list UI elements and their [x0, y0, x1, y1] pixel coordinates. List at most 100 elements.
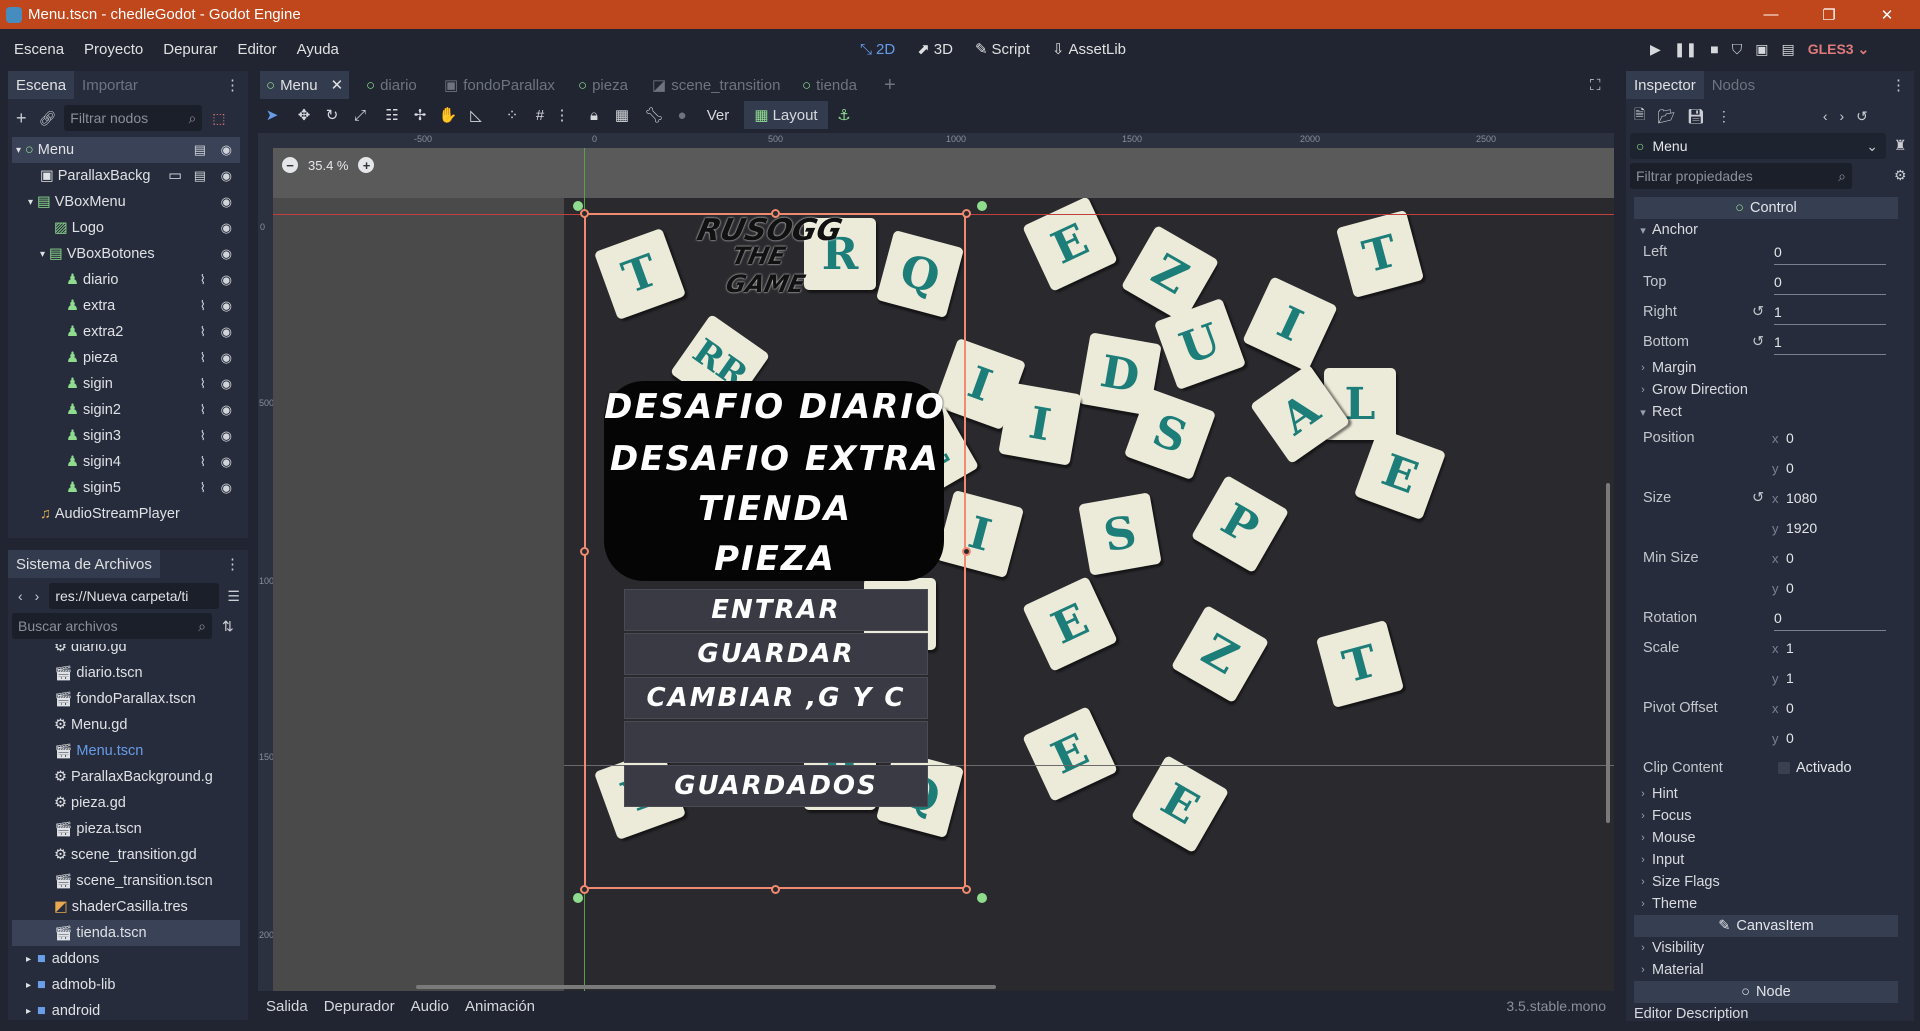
history-forward-icon[interactable]: › [1840, 108, 1845, 124]
close-tab-icon[interactable]: ✕ [331, 76, 344, 94]
minsize-x[interactable]: 0 [1786, 545, 1898, 571]
minimize-icon[interactable]: — [1742, 0, 1800, 29]
clip-checkbox[interactable] [1778, 762, 1790, 774]
file-item[interactable]: 🎬︎ diario.tscn [12, 660, 240, 686]
scale-tool-icon[interactable]: ⤢ [348, 101, 372, 129]
renderer-select[interactable]: GLES3 ⌄ [1808, 41, 1870, 58]
bottom-value[interactable]: 1 [1774, 329, 1886, 355]
position-x[interactable]: 0 [1786, 425, 1898, 451]
tree-node-vboxbotones[interactable]: ▾ ▤ VBoxBotones ◉ [12, 241, 240, 267]
tab-escena[interactable]: Escena [8, 71, 75, 99]
pause-icon[interactable]: ❚❚ [1674, 41, 1697, 58]
resize-handle[interactable] [962, 209, 971, 218]
search-files-input[interactable]: Buscar archivos ⌕ [12, 613, 212, 639]
signal-icon[interactable]: ⌇ [200, 324, 206, 340]
snap-options-icon[interactable]: ⋮ [552, 101, 572, 129]
tree-node-extra[interactable]: ♟ extra ⌇ ◉ [12, 293, 240, 319]
visibility-icon[interactable]: ◉ [221, 298, 232, 314]
filter-nodes-input[interactable]: Filtrar nodos ⌕ [64, 105, 203, 131]
anchor-icon[interactable]: ⚓︎ [832, 101, 856, 129]
zoom-out-icon[interactable]: − [282, 157, 298, 173]
select-tool-icon[interactable]: ➤ [260, 101, 284, 129]
visibility-icon[interactable]: ◉ [221, 402, 232, 418]
pivot-x[interactable]: 0 [1786, 695, 1898, 721]
menu-proyecto[interactable]: Proyecto [84, 41, 143, 58]
visibility-icon[interactable]: ◉ [221, 350, 232, 366]
grid-snap-icon[interactable]: # [528, 101, 552, 129]
play-custom-icon[interactable]: ⛉ [1732, 41, 1743, 58]
kebab-icon[interactable]: ⋮ [225, 76, 240, 94]
menu-escena[interactable]: Escena [14, 41, 64, 58]
restore-icon[interactable]: ❐ [1800, 0, 1858, 29]
scale-x[interactable]: 1 [1786, 635, 1898, 661]
resize-handle[interactable] [580, 885, 589, 894]
script-attach-icon[interactable]: ⬚ [212, 110, 225, 127]
tab-audio[interactable]: Audio [411, 998, 449, 1015]
link-icon[interactable]: 🔗︎ [39, 110, 57, 127]
tab-fondoparallax[interactable]: ▣ fondoParallax [444, 71, 555, 99]
folder-item[interactable]: ▸ ■ android [12, 998, 240, 1020]
open-folder-icon[interactable]: 📂︎ [1657, 108, 1675, 125]
add-tab-icon[interactable]: + [884, 71, 896, 99]
section-mouse[interactable]: › Mouse [1634, 827, 1898, 849]
resize-handle[interactable] [962, 885, 971, 894]
tree-node-pieza[interactable]: ♟ pieza ⌇ ◉ [12, 345, 240, 371]
top-value[interactable]: 0 [1774, 269, 1886, 295]
pan-tool-icon[interactable]: ✋ [436, 101, 460, 129]
tab-salida[interactable]: Salida [266, 998, 308, 1015]
tree-node-menu[interactable]: ▾ ○ Menu ▤ ◉ [12, 137, 240, 163]
workspace-2d-button[interactable]: ⤡ 2D [860, 41, 895, 58]
play-icon[interactable]: ▶ [1650, 41, 1661, 58]
signal-icon[interactable]: ⌇ [200, 428, 206, 444]
visibility-icon[interactable]: ◉ [221, 454, 232, 470]
resize-handle[interactable] [771, 885, 780, 894]
history-back-icon[interactable]: ‹ [1823, 108, 1828, 124]
menu-depurar[interactable]: Depurar [163, 41, 217, 58]
tree-node-sigin2[interactable]: ♟ sigin2 ⌇ ◉ [12, 397, 240, 423]
list-select-icon[interactable]: ☷ [380, 101, 404, 129]
path-field[interactable]: res://Nueva carpeta/ti [49, 583, 220, 609]
tab-scene-transition[interactable]: ◪ scene_transition [652, 71, 780, 99]
kebab-icon[interactable]: ⋮ [1891, 76, 1906, 94]
tree-node-sigin5[interactable]: ♟ sigin5 ⌇ ◉ [12, 475, 240, 501]
back-icon[interactable]: ‹ [18, 588, 23, 604]
file-item[interactable]: 🎬︎ scene_transition.tscn [12, 868, 240, 894]
visibility-icon[interactable]: ◉ [221, 142, 232, 158]
vertical-scrollbar[interactable] [1606, 483, 1610, 823]
signal-icon[interactable]: ⌇ [200, 480, 206, 496]
skeleton-icon[interactable]: 🦴︎ [642, 101, 666, 129]
selection-rect[interactable] [584, 213, 966, 889]
revert-icon[interactable]: ↺ [1752, 334, 1764, 350]
signal-icon[interactable]: ⌇ [200, 272, 206, 288]
folder-item[interactable]: ▸ ■ addons [12, 946, 240, 972]
scale-y[interactable]: 1 [1786, 665, 1898, 691]
sort-icon[interactable]: ⇅ [222, 618, 234, 635]
history-icon[interactable]: ↺ [1856, 108, 1868, 125]
section-size-flags[interactable]: › Size Flags [1634, 871, 1898, 893]
object-selector[interactable]: ○ Menu ⌄ [1630, 133, 1886, 159]
section-theme[interactable]: › Theme [1634, 893, 1898, 915]
section-focus[interactable]: › Focus [1634, 805, 1898, 827]
zoom-in-icon[interactable]: + [358, 157, 375, 173]
tree-node-logo[interactable]: ▨ Logo ◉ [12, 215, 240, 241]
forward-icon[interactable]: › [35, 588, 40, 604]
zoom-level[interactable]: 35.4 % [308, 158, 348, 173]
editor-description[interactable]: Editor Description [1634, 1003, 1898, 1021]
tab-tienda[interactable]: ○ tienda [802, 71, 857, 99]
rotate-tool-icon[interactable]: ↻ [320, 101, 344, 129]
revert-icon[interactable]: ↺ [1752, 304, 1764, 320]
new-resource-icon[interactable]: 🗎︎ [1634, 104, 1645, 128]
minsize-y[interactable]: 0 [1786, 575, 1898, 601]
resize-handle[interactable] [580, 209, 589, 218]
visibility-icon[interactable]: ◉ [221, 480, 232, 496]
file-item[interactable]: ◩ shaderCasilla.tres [12, 894, 240, 920]
visibility-icon[interactable]: ◉ [221, 220, 232, 236]
revert-icon[interactable]: ↺ [1752, 490, 1764, 506]
file-item[interactable]: ⚙ scene_transition.gd [12, 842, 240, 868]
viewport[interactable]: -500 0 500 1000 1500 2000 2500 0 500 100… [258, 133, 1614, 991]
section-visibility[interactable]: › Visibility [1634, 937, 1898, 959]
menu-ayuda[interactable]: Ayuda [297, 41, 339, 58]
tab-depurador[interactable]: Depurador [324, 998, 395, 1015]
resize-handle[interactable] [962, 547, 971, 556]
layout-menu[interactable]: ▦ Layout [744, 101, 828, 129]
